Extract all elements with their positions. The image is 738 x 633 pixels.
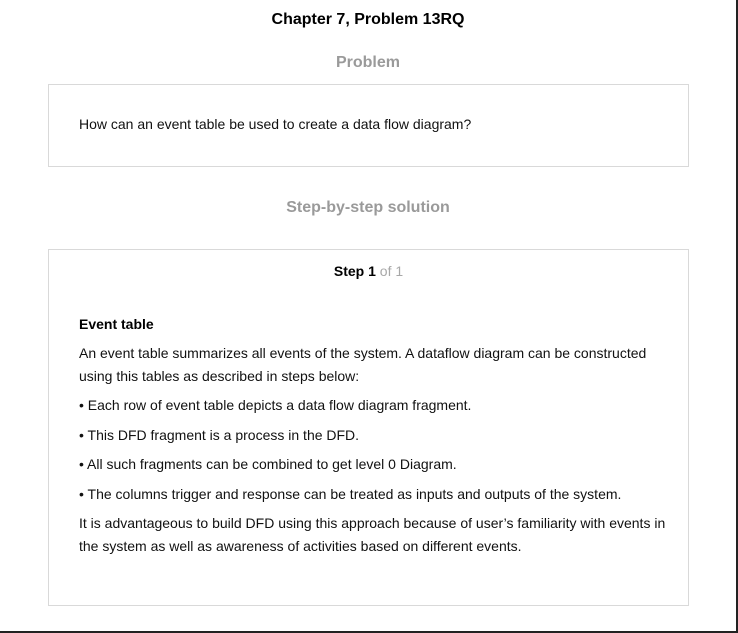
step-label: Step: [333, 263, 365, 279]
solution-content: Event table An event table summarizes al…: [79, 313, 669, 564]
bullet-item: • The columns trigger and response can b…: [79, 485, 622, 502]
problem-box: How can an event table be used to create…: [48, 84, 689, 167]
conclusion-paragraph: It is advantageous to build DFD using th…: [79, 515, 666, 554]
intro-paragraph: An event table summarizes all events of …: [79, 345, 647, 384]
solution-box: Step 1 of 1 Event table An event table s…: [48, 249, 689, 606]
step-counter: Step 1 of 1: [49, 263, 688, 279]
problem-heading: Problem: [335, 54, 400, 71]
step-total: of 1: [379, 263, 404, 279]
bullet-item: • Each row of event table depicts a data…: [79, 397, 472, 413]
page-title: Chapter 7, Problem 13RQ: [271, 11, 465, 28]
bullet-item: • All such fragments can be combined to …: [79, 456, 457, 472]
problem-text: How can an event table be used to create…: [79, 116, 472, 132]
bullet-item: • This DFD fragment is a process in the …: [79, 426, 360, 443]
solution-heading: Step-by-step solution: [286, 199, 450, 216]
content-heading: Event table: [79, 316, 154, 332]
step-number: 1: [368, 263, 376, 279]
